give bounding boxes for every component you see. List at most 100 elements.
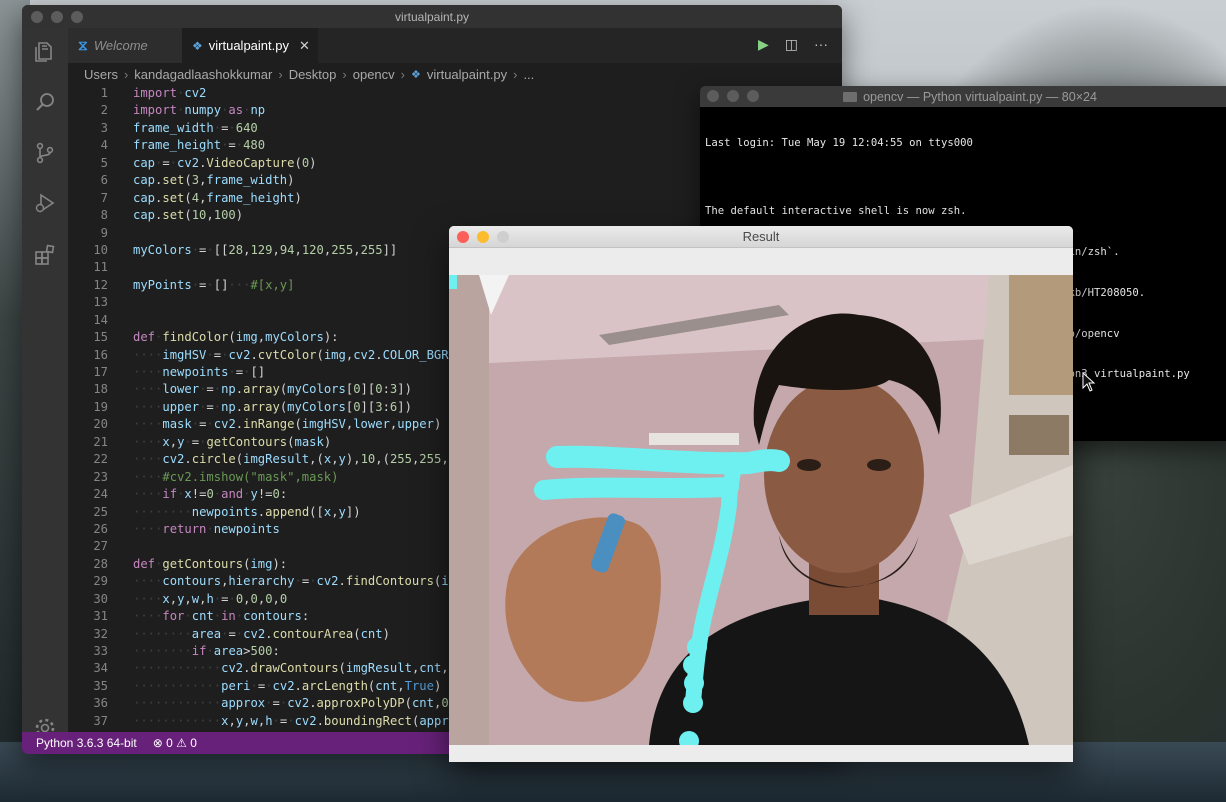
- line-number: 4: [100, 138, 108, 153]
- line-number: 36: [93, 696, 108, 711]
- webcam-frame: [449, 275, 1073, 745]
- code-text: frame_width·=·640: [133, 120, 258, 135]
- python-file-icon: ❖: [192, 38, 203, 53]
- python-interpreter-status[interactable]: Python 3.6.3 64-bit: [36, 736, 137, 750]
- code-text: myPoints·=·[]···#[x,y]: [133, 277, 295, 292]
- line-number: 6: [100, 173, 108, 188]
- code-text: ····lower·=·np.array(myColors[0][0:3]): [133, 382, 412, 397]
- breadcrumb-item[interactable]: kandagadlaashokkumar: [134, 67, 272, 82]
- code-text: ····contours,hierarchy·=·cv2.findContour…: [133, 574, 463, 589]
- line-number: 14: [93, 312, 108, 327]
- code-text: ····cv2.circle(imgResult,(x,y),10,(255,2…: [133, 452, 463, 467]
- mouse-cursor-icon: [1082, 372, 1096, 392]
- code-text: ········if·area>500:: [133, 644, 280, 658]
- code-text: def·findColor(img,myColors):: [133, 330, 339, 345]
- minimize-window-button[interactable]: [727, 90, 739, 102]
- breadcrumb-item[interactable]: opencv: [353, 67, 395, 82]
- result-toolbar: [449, 248, 1073, 275]
- breadcrumb-item[interactable]: ...: [523, 67, 534, 82]
- line-number: 3: [100, 120, 108, 135]
- line-number: 11: [93, 260, 108, 275]
- code-text: ············cv2.drawContours(imgResult,c…: [133, 661, 463, 676]
- more-actions-icon[interactable]: ···: [814, 36, 828, 53]
- breadcrumb: Users › kandagadlaashokkumar › Desktop › op…: [84, 66, 535, 82]
- code-text: ····imgHSV·=·cv2.cvtColor(img,cv2.COLOR_…: [133, 347, 464, 362]
- line-number: 20: [93, 417, 108, 432]
- line-number: 1: [100, 86, 108, 100]
- result-window: Result: [449, 226, 1073, 762]
- line-number: 18: [93, 382, 108, 397]
- close-window-button[interactable]: [707, 90, 719, 102]
- code-text: cap·=·cv2.VideoCapture(0): [133, 155, 317, 170]
- tab-welcome[interactable]: ⧖ Welcome: [68, 28, 182, 63]
- close-window-button[interactable]: [31, 11, 43, 23]
- code-text: myColors·=·[[28,129,94,120,255,255]]: [133, 242, 398, 257]
- breadcrumb-item[interactable]: virtualpaint.py: [427, 67, 507, 82]
- line-number: 37: [93, 713, 108, 728]
- window-title: virtualpaint.py: [394, 9, 470, 24]
- problems-status[interactable]: ⊗ 0 ⚠ 0: [153, 736, 197, 750]
- code-text: frame_height·=·480: [133, 138, 266, 153]
- zoom-window-button[interactable]: [71, 11, 83, 23]
- explorer-icon[interactable]: [33, 40, 57, 64]
- search-icon[interactable]: [33, 90, 57, 114]
- folder-icon: [843, 91, 858, 102]
- line-number: 13: [93, 295, 108, 310]
- code-text: import·cv2: [133, 86, 207, 100]
- close-tab-icon[interactable]: ✕: [299, 38, 310, 54]
- split-editor-icon[interactable]: ◫: [785, 36, 798, 53]
- line-number: 26: [93, 521, 108, 536]
- terminal-title-text: opencv — Python virtualpaint.py — 80×24: [863, 89, 1097, 104]
- code-text: ········newpoints.append([x,y]): [133, 504, 361, 519]
- terminal-line: The default interactive shell is now zsh…: [705, 205, 967, 218]
- vscode-logo-icon: ⧖: [78, 37, 88, 53]
- code-text: ············x,y,w,h·=·cv2.boundingRect(a…: [133, 713, 464, 728]
- line-number: 15: [93, 330, 108, 345]
- code-text: ····x,y·=·getContours(mask): [133, 434, 332, 449]
- result-bottom-bar: [449, 745, 1073, 762]
- code-text: ····x,y,w,h·=·0,0,0,0: [133, 591, 288, 606]
- minimize-window-button[interactable]: [477, 231, 489, 243]
- zoom-window-button[interactable]: [747, 90, 759, 102]
- result-title: Result: [742, 229, 780, 244]
- tab-virtualpaint[interactable]: ❖ virtualpaint.py ✕: [182, 28, 318, 63]
- window-controls: [707, 90, 759, 102]
- line-number: 31: [93, 609, 108, 624]
- line-number: 23: [93, 469, 108, 484]
- breadcrumb-item[interactable]: Users: [84, 67, 118, 82]
- vscode-titlebar: virtualpaint.py: [22, 5, 842, 28]
- breadcrumb-item[interactable]: Desktop: [289, 67, 337, 82]
- terminal-titlebar: opencv — Python virtualpaint.py — 80×24: [700, 86, 1226, 107]
- run-debug-icon[interactable]: [33, 191, 57, 215]
- paint-dot: [684, 673, 704, 693]
- code-text: ····#cv2.imshow("mask",mask): [133, 469, 339, 484]
- close-window-button[interactable]: [457, 231, 469, 243]
- line-number: 16: [93, 347, 108, 362]
- code-text: cap.set(10,100): [133, 208, 244, 223]
- source-control-icon[interactable]: [33, 141, 57, 165]
- cardboard-box: [1009, 275, 1073, 395]
- line-number: 2: [100, 103, 108, 118]
- line-number: 35: [93, 678, 108, 693]
- line-number: 32: [93, 626, 108, 641]
- code-text: ····mask·=·cv2.inRange(imgHSV,lower,uppe…: [133, 417, 442, 432]
- extensions-icon[interactable]: [33, 243, 57, 267]
- line-number: 21: [93, 434, 108, 449]
- zoom-window-button[interactable]: [497, 231, 509, 243]
- line-number: 29: [93, 574, 108, 589]
- line-number: 9: [100, 225, 108, 240]
- editor-actions: ▶ ◫ ···: [758, 36, 828, 53]
- tab-label: Welcome: [93, 38, 148, 53]
- minimize-window-button[interactable]: [51, 11, 63, 23]
- code-text: ····for·cnt·in·contours:: [133, 609, 310, 624]
- line-number: 34: [93, 661, 108, 676]
- run-python-icon[interactable]: ▶: [758, 36, 769, 53]
- code-text: ····return·newpoints: [133, 521, 280, 536]
- code-text: def·getContours(img):: [133, 556, 288, 571]
- code-text: ····if·x!=0·and·y!=0:: [133, 487, 288, 502]
